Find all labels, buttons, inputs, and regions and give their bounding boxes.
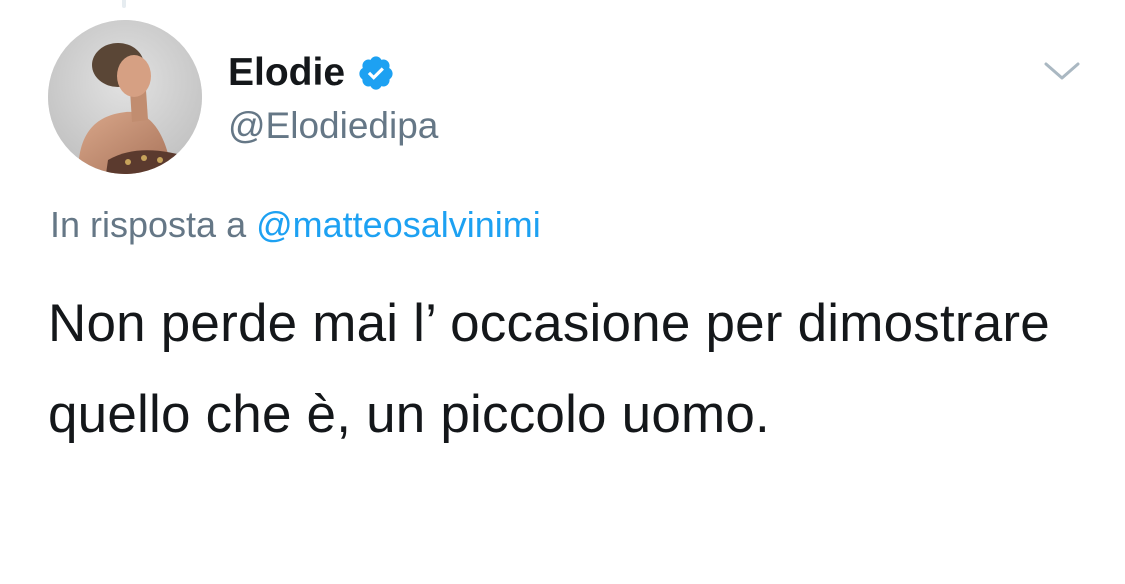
display-name[interactable]: Elodie	[228, 45, 345, 101]
avatar-photo	[48, 20, 202, 174]
avatar[interactable]	[48, 20, 202, 174]
author-name-row: Elodie	[228, 45, 395, 101]
chevron-down-icon[interactable]	[1042, 57, 1082, 85]
tweet-text: Non perde mai l’ occasione per dimostrar…	[48, 294, 1050, 444]
reply-mention-link[interactable]: @matteosalvinimi	[256, 204, 541, 245]
tweet-card[interactable]: Elodie @Elodiedipa In risposta a @matteo…	[0, 0, 1125, 584]
reply-context-prefix: In risposta a	[50, 204, 247, 245]
author-handle[interactable]: @Elodiedipa	[228, 99, 438, 153]
verified-badge-icon	[357, 54, 395, 92]
reply-context: In risposta a @matteosalvinimi	[50, 200, 541, 250]
